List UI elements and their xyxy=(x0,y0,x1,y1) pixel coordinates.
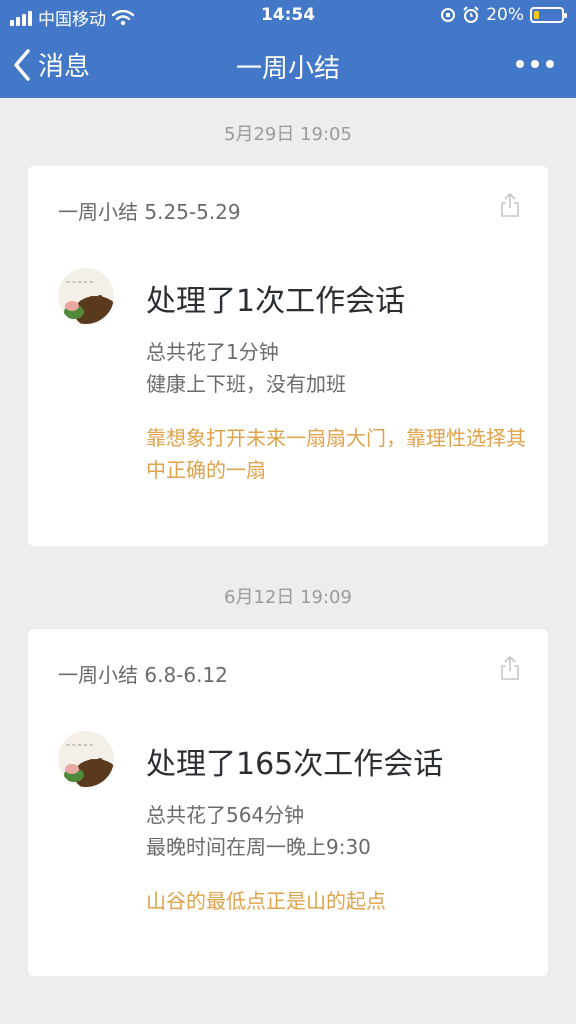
nav-bar: 消息 一周小结 xyxy=(0,36,576,94)
card-quote: 靠想象打开未来一扇扇大门，靠理性选择其中正确的一扇 xyxy=(146,426,526,482)
app-header: 中国移动 14:54 20% 消息 一周小结 xyxy=(0,0,576,98)
svg-text:~ ~ ~ ~ ~: ~ ~ ~ ~ ~ xyxy=(66,743,93,749)
screen-rotation-lock-icon xyxy=(441,8,456,22)
battery-level xyxy=(534,11,539,19)
share-icon[interactable] xyxy=(500,655,520,681)
svg-text:~ ~ ~ ~ ~: ~ ~ ~ ~ ~ xyxy=(66,280,93,286)
alarm-icon xyxy=(463,6,479,23)
card-detail-line: 最晚时间在周一晚上9:30 xyxy=(146,835,371,859)
message-timestamp: 6月12日 19:09 xyxy=(224,587,352,608)
card-title: 一周小结 5.25-5.29 xyxy=(58,200,241,224)
battery-icon xyxy=(530,7,567,23)
more-dot-icon xyxy=(516,60,524,68)
page-title: 一周小结 xyxy=(235,54,340,84)
status-bar: 中国移动 14:54 20% xyxy=(0,0,576,32)
card-detail-line: 健康上下班，没有加班 xyxy=(146,372,346,396)
more-dot-icon xyxy=(546,60,554,68)
card-quote: 山谷的最低点正是山的起点 xyxy=(146,889,386,913)
summary-card[interactable]: 一周小结 5.25-5.29 ~ ~ ~ ~ ~ 处理了1次工作会话 总共花了1… xyxy=(28,166,548,546)
summary-card[interactable]: 一周小结 6.8-6.12 ~ ~ ~ ~ ~ 处理了165次工作会话 总共花了… xyxy=(28,629,548,976)
avatar: ~ ~ ~ ~ ~ xyxy=(58,268,114,324)
battery-percent: 20% xyxy=(486,5,524,25)
avatar: ~ ~ ~ ~ ~ xyxy=(58,731,114,787)
share-icon[interactable] xyxy=(500,192,520,218)
card-detail-line: 总共花了1分钟 xyxy=(146,340,279,364)
more-button[interactable] xyxy=(516,60,554,68)
card-headline: 处理了165次工作会话 xyxy=(146,747,444,782)
card-headline: 处理了1次工作会话 xyxy=(146,284,406,319)
more-dot-icon xyxy=(531,60,539,68)
message-timestamp: 5月29日 19:05 xyxy=(224,124,352,145)
card-title: 一周小结 6.8-6.12 xyxy=(58,663,228,687)
card-detail-line: 总共花了564分钟 xyxy=(146,803,305,827)
status-right: 20% xyxy=(440,5,567,25)
